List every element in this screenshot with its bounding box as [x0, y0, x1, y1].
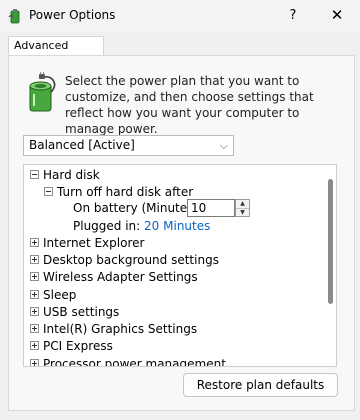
tree-item-sleep[interactable]: Sleep [30, 287, 76, 304]
tree-item-label: USB settings [43, 305, 120, 319]
plus-box-icon[interactable] [30, 290, 39, 299]
tree-item-label: Hard disk [43, 168, 100, 182]
power-options-icon [8, 9, 20, 24]
on-battery-label: On battery (Minutes): [73, 201, 203, 215]
plugged-in-value-link[interactable]: 20 Minutes [144, 219, 210, 233]
on-battery-minutes-input[interactable]: 10 [187, 199, 235, 217]
instructions-text: Select the power plan that you want to c… [65, 74, 314, 136]
plugged-in-label: Plugged in: [73, 219, 141, 233]
minus-box-icon[interactable] [44, 187, 53, 196]
spin-down-arrow-icon[interactable]: ▼ [236, 209, 249, 217]
restore-plan-defaults-button[interactable]: Restore plan defaults [183, 373, 338, 397]
plus-box-icon[interactable] [30, 255, 39, 264]
tree-item-pci-express[interactable]: PCI Express [30, 338, 113, 355]
power-plan-dropdown[interactable]: Balanced [Active] ⌵ [23, 135, 234, 156]
close-button[interactable]: ✕ [314, 0, 360, 32]
tree-item-label: Intel(R) Graphics Settings [43, 322, 198, 336]
tree-item-intel-graphics[interactable]: Intel(R) Graphics Settings [30, 321, 197, 338]
plus-box-icon[interactable] [30, 359, 39, 366]
help-button[interactable]: ? [274, 0, 312, 32]
settings-tree[interactable]: Hard disk Turn off hard disk after On ba… [23, 164, 337, 367]
tree-item-label: Wireless Adapter Settings [43, 270, 198, 284]
tree-item-usb-settings[interactable]: USB settings [30, 304, 119, 321]
tree-scrollbar[interactable] [328, 179, 333, 304]
tree-item-processor-power[interactable]: Processor power management [30, 356, 226, 367]
spin-up-arrow-icon[interactable]: ▲ [236, 200, 249, 209]
plus-box-icon[interactable] [30, 324, 39, 333]
tree-item-label: Sleep [43, 288, 77, 302]
plus-box-icon[interactable] [30, 341, 39, 350]
title-bar: Power Options ? ✕ [0, 0, 360, 32]
battery-plug-icon [29, 72, 56, 112]
chevron-down-icon: ⌵ [219, 139, 228, 152]
plus-box-icon[interactable] [30, 307, 39, 316]
tree-item-label: Internet Explorer [43, 236, 145, 250]
minus-box-icon[interactable] [30, 170, 39, 179]
tree-item-turn-off-hard-disk[interactable]: Turn off hard disk after [44, 184, 193, 201]
tree-item-internet-explorer[interactable]: Internet Explorer [30, 235, 144, 252]
plus-box-icon[interactable] [30, 238, 39, 247]
minutes-spinner[interactable]: ▲ ▼ [235, 199, 250, 217]
tree-item-hard-disk[interactable]: Hard disk [30, 167, 100, 184]
tree-item-label: Desktop background settings [43, 253, 219, 267]
tree-item-label: PCI Express [43, 339, 113, 353]
plugged-in-setting: Plugged in: 20 Minutes [73, 218, 210, 235]
tab-advanced-settings[interactable]: Advanced settings [8, 36, 104, 70]
plus-box-icon[interactable] [30, 272, 39, 281]
tree-item-label: Turn off hard disk after [57, 185, 194, 199]
tree-item-label: Processor power management [43, 357, 226, 367]
selected-plan: Balanced [Active] [29, 138, 135, 152]
tree-item-wireless-adapter[interactable]: Wireless Adapter Settings [30, 269, 198, 286]
tree-item-desktop-background[interactable]: Desktop background settings [30, 252, 219, 269]
window-title: Power Options [29, 8, 116, 22]
